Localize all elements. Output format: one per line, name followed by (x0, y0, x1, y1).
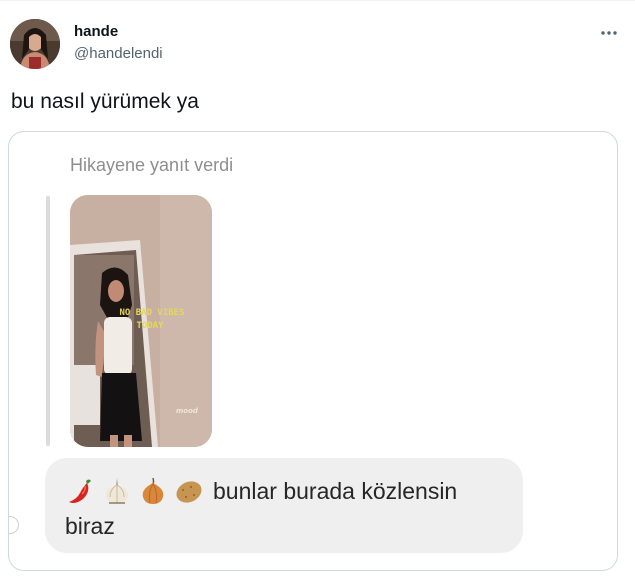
potato-icon (176, 481, 202, 503)
onion-icon (142, 477, 164, 504)
more-button[interactable] (597, 21, 621, 45)
media-card[interactable]: Hikayene yanıt verdi NO BAD VIBES TODAY … (8, 131, 618, 571)
emoji-row (65, 475, 205, 507)
more-horizontal-icon (601, 31, 617, 35)
quote-bar (46, 196, 50, 446)
tweet: hande @handelendi bu nasıl yürümek ya Hi… (0, 0, 635, 577)
story-image: NO BAD VIBES TODAY mood (70, 195, 212, 447)
garlic-icon (106, 478, 128, 504)
avatar-image (10, 19, 60, 69)
tweet-text: bu nasıl yürümek ya (11, 90, 199, 113)
divider (0, 0, 635, 1)
message-bubble: bunlar burada közlensin biraz (45, 458, 523, 553)
display-name[interactable]: hande (74, 23, 118, 40)
mood-sticker: mood (176, 407, 199, 415)
story-thumbnail[interactable]: NO BAD VIBES TODAY mood (70, 195, 212, 447)
message-text-line1: bunlar burada közlensin (213, 478, 458, 504)
message-text-line2: biraz (65, 513, 115, 539)
avatar[interactable] (10, 19, 60, 69)
story-overlay-line1: NO BAD VIBES (119, 308, 184, 318)
hot-pepper-icon (69, 479, 91, 503)
story-overlay-line2: TODAY (136, 321, 164, 331)
reply-caption: Hikayene yanıt verdi (70, 155, 234, 175)
user-handle[interactable]: @handelendi (74, 45, 163, 62)
reaction-icon (9, 516, 19, 534)
